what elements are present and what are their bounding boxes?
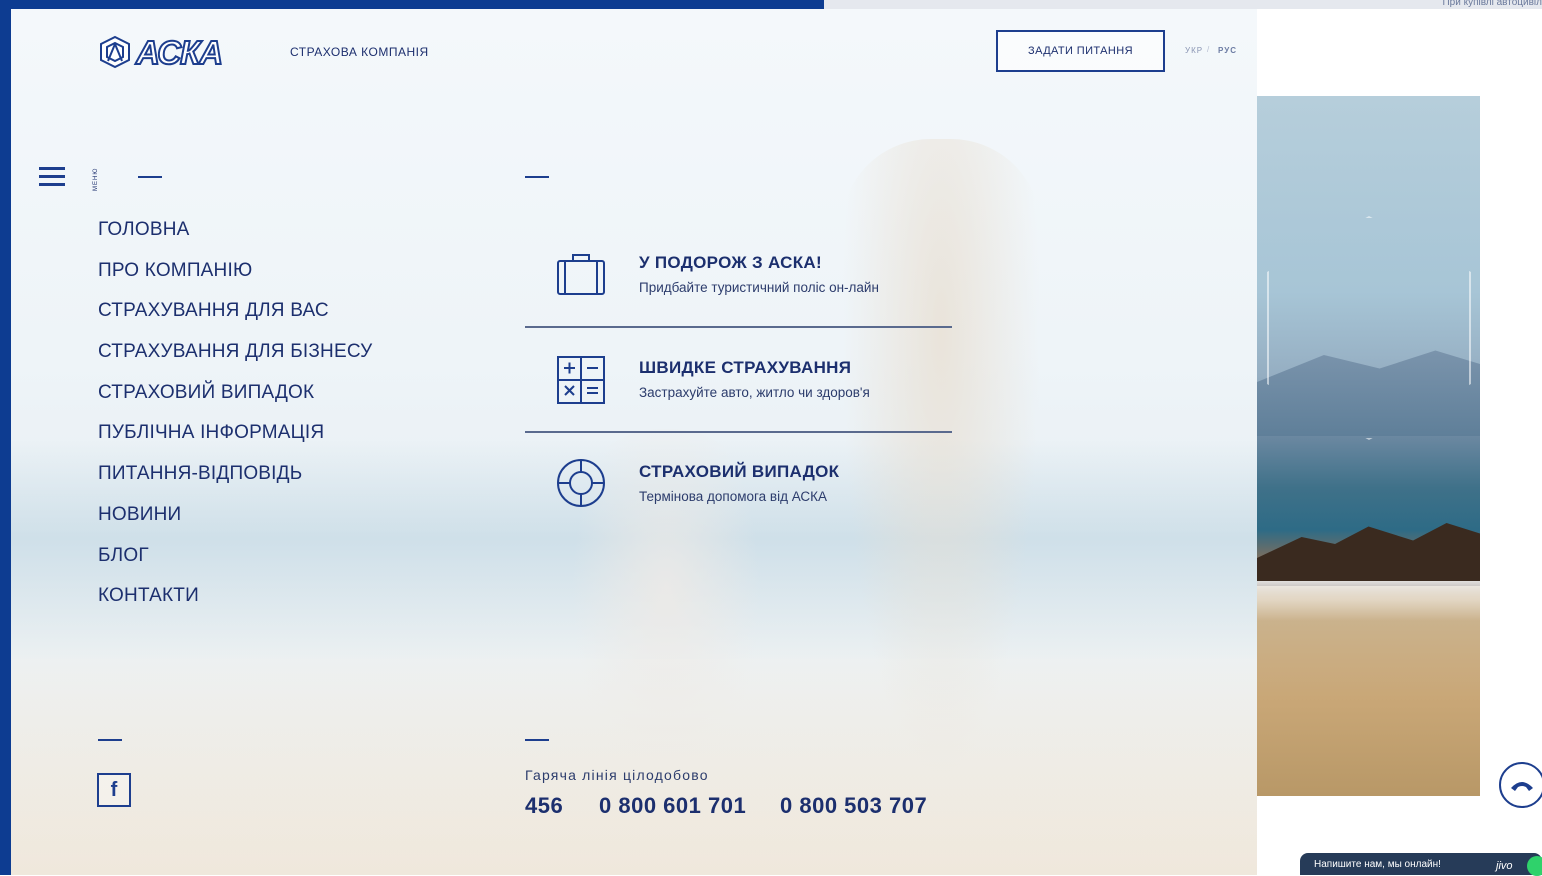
quick-action-insured-event-subtitle: Термінова допомога від АСКА	[639, 489, 828, 504]
lang-separator: /	[1207, 45, 1210, 54]
quick-action-insured-event[interactable]: СТРАХОВИЙ ВИПАДОК Термінова допомога від…	[525, 451, 951, 555]
nav-item-blog[interactable]: БЛОГ	[98, 543, 372, 584]
actions-section-dash	[525, 176, 549, 178]
tagline: СТРАХОВА КОМПАНІЯ	[290, 45, 429, 59]
top-frame-bar	[11, 0, 824, 9]
suitcase-icon	[557, 254, 605, 295]
calculator-icon	[557, 356, 605, 404]
lifebuoy-icon	[557, 459, 605, 507]
nav-item-public-info[interactable]: ПУБЛІЧНА ІНФОРМАЦІЯ	[98, 420, 372, 461]
quick-action-divider	[525, 431, 952, 433]
social-section-dash	[98, 739, 122, 741]
phone-hotline-1[interactable]: 0 800 601 701	[599, 793, 746, 819]
main-navigation: ГОЛОВНА ПРО КОМПАНІЮ СТРАХУВАННЯ ДЛЯ ВАС…	[98, 217, 372, 624]
phone-short[interactable]: 456	[525, 793, 563, 819]
photo-rocks	[1257, 523, 1480, 586]
top-promo-strip[interactable]: При купівлі автоцивіл	[824, 0, 1542, 9]
quick-action-divider	[525, 326, 952, 328]
hamburger-menu-icon[interactable]	[39, 167, 65, 187]
facebook-icon[interactable]: f	[97, 773, 131, 807]
hotline-section-dash	[525, 739, 549, 741]
logo-wordmark[interactable]: АСКА	[135, 33, 224, 72]
chat-brand-label: jivo	[1496, 860, 1513, 872]
nav-item-about[interactable]: ПРО КОМПАНІЮ	[98, 258, 372, 299]
nav-item-contacts[interactable]: КОНТАКТИ	[98, 583, 372, 624]
chat-online-indicator-icon	[1527, 856, 1542, 876]
quick-action-travel-subtitle: Придбайте туристичний поліс он-лайн	[639, 280, 879, 295]
phone-hotline-2[interactable]: 0 800 503 707	[780, 793, 927, 819]
quick-action-fast-insurance[interactable]: ШВИДКЕ СТРАХУВАННЯ Застрахуйте авто, жит…	[525, 346, 951, 450]
nav-item-insured-event[interactable]: СТРАХОВИЙ ВИПАДОК	[98, 380, 372, 421]
quick-action-insured-event-title: СТРАХОВИЙ ВИПАДОК	[639, 462, 840, 481]
lang-rus-link[interactable]: РУС	[1218, 46, 1237, 55]
side-beach-photo	[1257, 96, 1480, 796]
top-promo-text: При купівлі автоцивіл	[1442, 0, 1542, 8]
live-chat-text: Напишите нам, мы онлайн!	[1314, 858, 1441, 870]
menu-vertical-label: МЕНЮ	[93, 167, 99, 191]
quick-action-fast-insurance-title: ШВИДКЕ СТРАХУВАННЯ	[639, 358, 852, 377]
nav-item-faq[interactable]: ПИТАННЯ-ВІДПОВІДЬ	[98, 461, 372, 502]
hotline-label: Гаряча лінія цілодобово	[525, 767, 709, 783]
photo-surf	[1257, 581, 1480, 621]
quick-action-travel[interactable]: У ПОДОРОЖ З АСКА! Придбайте туристичний …	[525, 241, 951, 345]
left-frame-bar	[0, 0, 11, 875]
nav-item-personal-insurance[interactable]: СТРАХУВАННЯ ДЛЯ ВАС	[98, 298, 372, 339]
menu-section-dash	[138, 176, 162, 178]
ask-question-button[interactable]: ЗАДАТИ ПИТАННЯ	[996, 30, 1165, 72]
nav-item-business-insurance[interactable]: СТРАХУВАННЯ ДЛЯ БІЗНЕСУ	[98, 339, 372, 380]
callback-phone-icon[interactable]	[1499, 762, 1542, 808]
nav-item-home[interactable]: ГОЛОВНА	[98, 217, 372, 258]
quick-action-travel-title: У ПОДОРОЖ З АСКА!	[639, 253, 822, 272]
hero-panel: АСКА СТРАХОВА КОМПАНІЯ ЗАДАТИ ПИТАННЯ УК…	[11, 9, 1257, 875]
lang-ukr-link[interactable]: УКР	[1185, 46, 1203, 55]
quick-action-fast-insurance-subtitle: Застрахуйте авто, житло чи здоров'я	[639, 385, 870, 400]
nav-item-news[interactable]: НОВИНИ	[98, 502, 372, 543]
